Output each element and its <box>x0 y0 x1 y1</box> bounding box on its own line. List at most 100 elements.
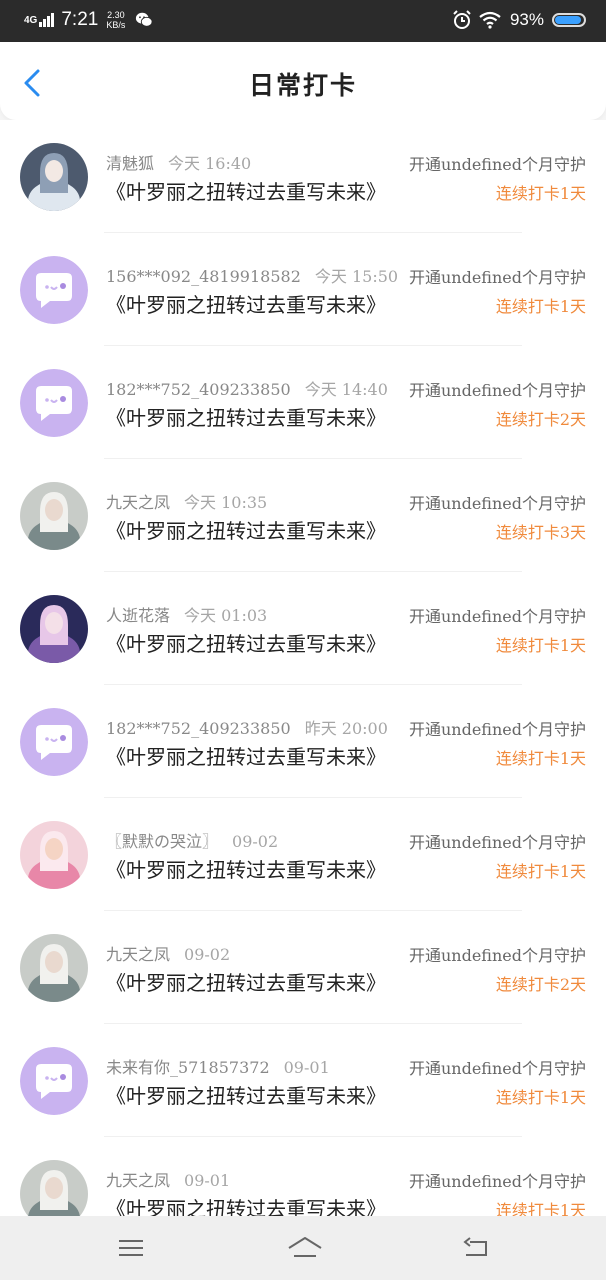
avatar[interactable] <box>20 369 88 437</box>
streak-badge: 连续打卡2天 <box>495 975 586 994</box>
user-name[interactable]: 182***752_409233850 <box>106 719 291 738</box>
system-nav-bar <box>0 1216 606 1280</box>
battery-percent: 93% <box>509 10 544 29</box>
list-item[interactable]: 九天之凤 09-01 《叶罗丽之扭转过去重写未来》 开通undefined个月守护连续… <box>0 1137 606 1216</box>
list-item[interactable]: 九天之凤 今天 10:35 《叶罗丽之扭转过去重写未来》 开通undefined个月守… <box>0 459 606 572</box>
streak-badge: 连续打卡2天 <box>495 410 586 429</box>
list-item[interactable]: 九天之凤 09-02 《叶罗丽之扭转过去重写未来》 开通undefined个月守护连续… <box>0 911 606 1024</box>
checkin-time: 09-01 <box>184 1171 231 1190</box>
list-item[interactable]: 182***752_409233850 昨天 20:00 《叶罗丽之扭转过去重写未来… <box>0 685 606 798</box>
streak-badge: 连续打卡1天 <box>495 297 586 316</box>
checkin-time: 09-02 <box>184 945 231 964</box>
streak-badge: 连续打卡1天 <box>495 636 586 655</box>
streak-badge: 连续打卡3天 <box>495 523 586 542</box>
book-title[interactable]: 《叶罗丽之扭转过去重写未来》 <box>106 967 386 996</box>
user-line: 182***752_409233850 今天 14:40 <box>106 376 388 400</box>
avatar[interactable] <box>20 934 88 1002</box>
wifi-icon <box>479 11 501 29</box>
guard-status: 开通undefined个月守护 <box>408 155 586 174</box>
checkin-time: 昨天 20:00 <box>304 719 388 738</box>
user-line: 〖默默の哭泣〗 09-02 <box>106 828 278 852</box>
book-title[interactable]: 《叶罗丽之扭转过去重写未来》 <box>106 1080 386 1109</box>
avatar[interactable] <box>20 1047 88 1115</box>
user-line: 九天之凤 09-01 <box>106 1167 230 1191</box>
guard-status: 开通undefined个月守护 <box>408 494 586 513</box>
checkin-time: 09-02 <box>232 832 279 851</box>
book-title[interactable]: 《叶罗丽之扭转过去重写未来》 <box>106 1193 386 1216</box>
book-title[interactable]: 《叶罗丽之扭转过去重写未来》 <box>106 402 386 431</box>
streak-badge: 连续打卡1天 <box>495 1201 586 1216</box>
book-title[interactable]: 《叶罗丽之扭转过去重写未来》 <box>106 741 386 770</box>
user-name[interactable]: 〖默默の哭泣〗 <box>106 832 218 851</box>
checkin-list[interactable]: 清魅狐 今天 16:40 《叶罗丽之扭转过去重写未来》 开通undefined个月守护… <box>0 120 606 1216</box>
clock: 7:21 <box>61 9 99 30</box>
net-speed-unit: KB/s <box>106 20 126 30</box>
guard-status: 开通undefined个月守护 <box>408 1059 586 1078</box>
guard-status: 开通undefined个月守护 <box>408 946 586 965</box>
menu-icon[interactable] <box>115 1234 147 1262</box>
user-name[interactable]: 九天之凤 <box>106 945 170 964</box>
checkin-time: 今天 10:35 <box>184 493 268 512</box>
user-name[interactable]: 人逝花落 <box>106 606 170 625</box>
list-item[interactable]: 182***752_409233850 今天 14:40 《叶罗丽之扭转过去重写未来… <box>0 346 606 459</box>
list-item[interactable]: 未来有你_571857372 09-01 《叶罗丽之扭转过去重写未来》 开通undef… <box>0 1024 606 1137</box>
streak-badge: 连续打卡1天 <box>495 749 586 768</box>
app-header: 日常打卡 <box>0 42 606 120</box>
page-title: 日常打卡 <box>248 71 357 100</box>
home-icon[interactable] <box>286 1234 324 1262</box>
list-item[interactable]: 人逝花落 今天 01:03 《叶罗丽之扭转过去重写未来》 开通undefined个月守… <box>0 572 606 685</box>
user-line: 156***092_4819918582 今天 15:50 <box>106 263 398 287</box>
avatar[interactable] <box>20 256 88 324</box>
user-line: 清魅狐 今天 16:40 <box>106 150 251 174</box>
guard-status: 开通undefined个月守护 <box>408 268 586 287</box>
streak-badge: 连续打卡1天 <box>495 862 586 881</box>
checkin-time: 今天 01:03 <box>184 606 268 625</box>
guard-status: 开通undefined个月守护 <box>408 381 586 400</box>
net-speed-value: 2.30 <box>107 10 125 20</box>
book-title[interactable]: 《叶罗丽之扭转过去重写未来》 <box>106 854 386 883</box>
list-item[interactable]: 〖默默の哭泣〗 09-02 《叶罗丽之扭转过去重写未来》 开通undefined个月守… <box>0 798 606 911</box>
back-icon[interactable] <box>460 1234 492 1262</box>
status-bar: 4G 7:21 2.30 KB/s 93% <box>0 0 606 42</box>
user-line: 九天之凤 今天 10:35 <box>106 489 267 513</box>
list-item[interactable]: 清魅狐 今天 16:40 《叶罗丽之扭转过去重写未来》 开通undefined个月守护… <box>0 120 606 233</box>
signal-icon <box>39 13 55 27</box>
net-speed: 2.30 KB/s <box>106 10 125 30</box>
user-line: 182***752_409233850 昨天 20:00 <box>106 715 388 739</box>
wechat-icon <box>136 12 153 27</box>
checkin-time: 09-01 <box>283 1058 330 1077</box>
avatar[interactable] <box>20 1160 88 1216</box>
guard-status: 开通undefined个月守护 <box>408 1172 586 1191</box>
network-type: 4G <box>24 14 38 26</box>
guard-status: 开通undefined个月守护 <box>408 720 586 739</box>
user-line: 未来有你_571857372 09-01 <box>106 1054 330 1078</box>
book-title[interactable]: 《叶罗丽之扭转过去重写未来》 <box>106 289 386 318</box>
avatar[interactable] <box>20 595 88 663</box>
avatar[interactable] <box>20 708 88 776</box>
checkin-time: 今天 15:50 <box>314 267 399 286</box>
avatar[interactable] <box>20 821 88 889</box>
streak-badge: 连续打卡1天 <box>495 1088 586 1107</box>
battery-level <box>555 16 581 24</box>
guard-status: 开通undefined个月守护 <box>408 607 586 626</box>
book-title[interactable]: 《叶罗丽之扭转过去重写未来》 <box>106 176 386 205</box>
streak-badge: 连续打卡1天 <box>495 184 586 203</box>
user-name[interactable]: 156***092_4819918582 <box>106 267 301 286</box>
battery-icon <box>552 13 586 27</box>
book-title[interactable]: 《叶罗丽之扭转过去重写未来》 <box>106 515 386 544</box>
book-title[interactable]: 《叶罗丽之扭转过去重写未来》 <box>106 628 386 657</box>
checkin-time: 今天 14:40 <box>304 380 388 399</box>
user-name[interactable]: 九天之凤 <box>106 1171 170 1190</box>
user-name[interactable]: 182***752_409233850 <box>106 380 291 399</box>
list-item[interactable]: 156***092_4819918582 今天 15:50 《叶罗丽之扭转过去重写未… <box>0 233 606 346</box>
checkin-time: 今天 16:40 <box>168 154 252 173</box>
guard-status: 开通undefined个月守护 <box>408 833 586 852</box>
user-line: 人逝花落 今天 01:03 <box>106 602 267 626</box>
user-line: 九天之凤 09-02 <box>106 941 230 965</box>
user-name[interactable]: 清魅狐 <box>106 154 154 173</box>
alarm-icon <box>453 10 471 29</box>
avatar[interactable] <box>20 143 88 211</box>
avatar[interactable] <box>20 482 88 550</box>
user-name[interactable]: 九天之凤 <box>106 493 170 512</box>
user-name[interactable]: 未来有你_571857372 <box>106 1058 270 1077</box>
